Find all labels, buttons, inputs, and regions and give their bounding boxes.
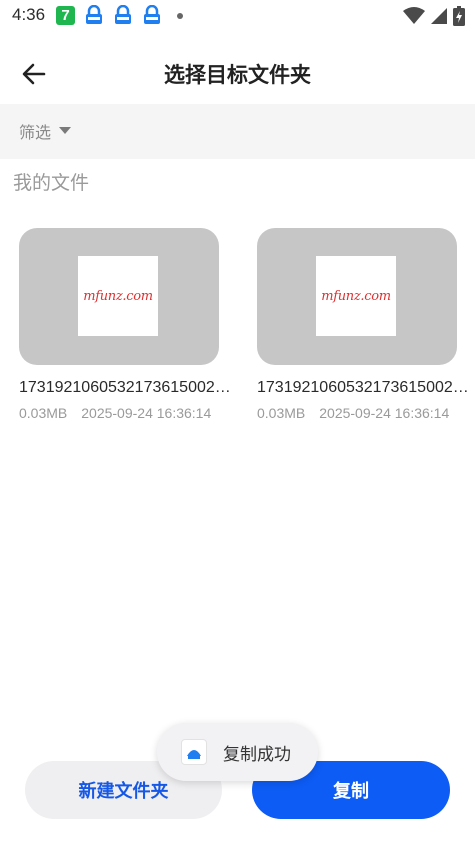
toast-message: 复制成功 bbox=[223, 744, 291, 765]
vpn-lock-icon bbox=[115, 5, 131, 24]
file-name: 1731921060532173615002… bbox=[19, 379, 231, 396]
file-name: 1731921060532173615002… bbox=[257, 379, 469, 396]
dropdown-caret-icon bbox=[59, 127, 72, 134]
toast: 复制成功 bbox=[157, 723, 318, 781]
thumbnail-image: mfunz.com bbox=[316, 256, 396, 336]
section-title: 我的文件 bbox=[13, 172, 90, 194]
thumbnail-image: mfunz.com bbox=[78, 256, 158, 336]
file-meta: 0.03MB 2025-09-24 16:36:14 bbox=[19, 405, 219, 421]
more-notifications-dot bbox=[177, 13, 183, 19]
thumbnail-logo-text: mfunz.com bbox=[321, 288, 391, 304]
file-date: 2025-09-24 16:36:14 bbox=[81, 405, 212, 421]
app-bar: 选择目标文件夹 bbox=[0, 44, 475, 102]
vpn-lock-icon bbox=[144, 5, 160, 24]
file-size: 0.03MB bbox=[19, 405, 68, 421]
thumbnail-logo-text: mfunz.com bbox=[83, 288, 153, 304]
battery-icon bbox=[453, 6, 465, 26]
vpn-lock-icon bbox=[86, 5, 102, 24]
file-date: 2025-09-24 16:36:14 bbox=[319, 405, 450, 421]
file-meta: 0.03MB 2025-09-24 16:36:14 bbox=[257, 405, 457, 421]
status-bar: 4:36 7 bbox=[0, 0, 475, 32]
app-logo-icon bbox=[181, 739, 207, 765]
file-card[interactable]: mfunz.com 1731921060532173615002… 0.03MB… bbox=[257, 228, 469, 421]
wifi-icon bbox=[403, 7, 425, 24]
file-size: 0.03MB bbox=[257, 405, 306, 421]
file-thumbnail: mfunz.com bbox=[257, 228, 457, 365]
filter-bar: 筛选 bbox=[0, 104, 475, 159]
file-card[interactable]: mfunz.com 1731921060532173615002… 0.03MB… bbox=[19, 228, 231, 421]
cell-signal-icon bbox=[431, 8, 447, 24]
filter-label: 筛选 bbox=[19, 123, 52, 142]
file-thumbnail: mfunz.com bbox=[19, 228, 219, 365]
app-notification-icon: 7 bbox=[56, 6, 75, 25]
filter-dropdown[interactable]: 筛选 bbox=[19, 119, 72, 143]
status-icons bbox=[403, 6, 465, 26]
status-time: 4:36 bbox=[12, 5, 46, 24]
page-title: 选择目标文件夹 bbox=[164, 63, 311, 87]
